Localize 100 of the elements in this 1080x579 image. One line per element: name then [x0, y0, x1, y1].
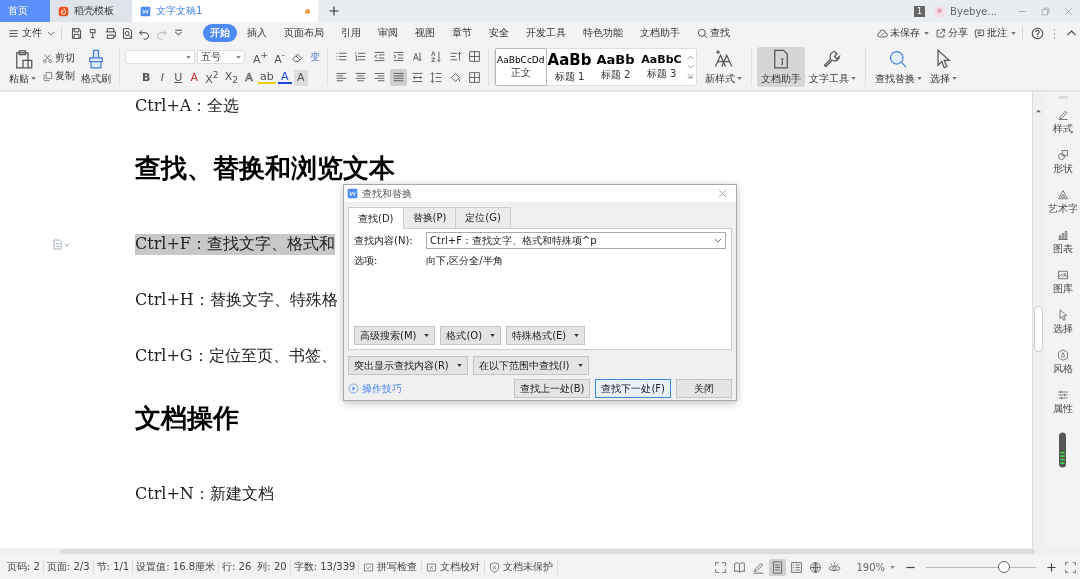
ribbon-tab[interactable]: 开发工具 — [519, 24, 573, 42]
style-preset[interactable]: AaBb 标题 2 — [592, 48, 639, 86]
bar-chart-icon — [1056, 229, 1069, 241]
dropdown-button[interactable]: 突出显示查找内容(R) — [348, 356, 468, 375]
status-button[interactable]: 文档未保护 — [485, 560, 559, 574]
sidebar-button[interactable]: 风格 — [1052, 349, 1073, 389]
dropdown-button[interactable]: 在以下范围中查找(I) — [472, 356, 589, 375]
new-tab-icon[interactable] — [328, 5, 340, 17]
comment-icon — [974, 27, 985, 39]
dialog-button[interactable]: 关闭 — [676, 379, 732, 398]
dialog-tab[interactable]: 替换(P) — [402, 207, 457, 228]
dialog-tab[interactable]: 定位(G) — [455, 207, 511, 228]
sidebar-button[interactable]: 属性 — [1052, 389, 1073, 429]
document-icon — [140, 5, 151, 17]
align-justify-icon[interactable] — [390, 69, 408, 86]
toolbar-action[interactable]: 未保存 — [877, 26, 929, 40]
sidebar-button[interactable]: 形状 — [1052, 149, 1073, 189]
ribbon-tool-button[interactable]: 文字工具 — [804, 47, 860, 87]
ribbon-tab[interactable]: 特色功能 — [576, 24, 630, 42]
sidebar-button[interactable]: 样式 — [1052, 109, 1073, 149]
cut-button[interactable]: 剪切 — [42, 51, 75, 65]
sidebar-button[interactable]: 艺术字 — [1047, 189, 1078, 229]
caret-icon — [424, 334, 430, 337]
font-format-button[interactable]: X$_{2}$ — [222, 69, 241, 86]
copy-icon — [42, 70, 53, 82]
user-name[interactable]: Byebye... — [950, 5, 997, 17]
ribbon-tool-button[interactable]: 查找替换 — [870, 47, 926, 87]
ribbon-tab[interactable]: 章节 — [445, 24, 479, 42]
ribbon-tool-button[interactable]: 文档助手 — [756, 47, 805, 87]
font-format-button[interactable]: A — [293, 69, 308, 86]
font-size-button[interactable]: A$^{+}$ — [251, 49, 271, 65]
font-format-button[interactable]: A — [187, 69, 202, 86]
ribbon-tab[interactable]: 安全 — [482, 24, 516, 42]
caret-icon — [574, 334, 580, 337]
search-button[interactable]: 查找 — [690, 24, 737, 42]
body-text: Ctrl+H：替换文字、特殊格 — [135, 289, 338, 311]
body-text: Ctrl+G：定位至页、书签、 — [135, 345, 337, 367]
meter-icon — [1059, 431, 1066, 469]
dropdown-button[interactable]: 特殊格式(E) — [506, 326, 586, 345]
font-size-button[interactable]: A$^{-}$ — [272, 49, 288, 65]
status-item: 节: 1/1 — [93, 560, 134, 574]
caret-icon — [490, 334, 496, 337]
ribbon-tab[interactable]: 视图 — [408, 24, 442, 42]
font-format-button[interactable]: B — [139, 69, 154, 86]
ribbon-tab[interactable]: 引用 — [334, 24, 368, 42]
dropdown-button[interactable]: 格式(O) — [440, 326, 502, 345]
sidebar-button[interactable]: 图库 — [1052, 269, 1073, 309]
caret-icon — [890, 565, 895, 569]
page-view-icon[interactable] — [769, 558, 787, 576]
ribbon-tab[interactable]: 文档助手 — [633, 24, 687, 42]
ribbon-tool-button[interactable]: 选择 — [925, 47, 961, 87]
scroll-thumb[interactable] — [1034, 306, 1043, 352]
file-menu[interactable]: 文件 — [8, 26, 55, 40]
status-item: 页面: 2/3 — [43, 560, 94, 574]
format-painter-button[interactable]: 格式刷 — [78, 48, 114, 86]
style-preset[interactable]: AaBbCcDd 正文 — [495, 48, 547, 86]
search-icon — [888, 48, 908, 69]
body-text: Ctrl+F：查找文字、格式和 — [135, 233, 335, 255]
search-icon — [697, 27, 708, 39]
document-tab[interactable]: 文字文稿1 — [132, 0, 318, 22]
status-item: 页码: 2 — [4, 560, 44, 574]
dropdown-button[interactable]: 高级搜索(M) — [354, 326, 436, 345]
toolbar-action[interactable]: 分享 — [935, 26, 968, 40]
scroll-up-icon[interactable] — [1035, 108, 1042, 113]
body-text: Ctrl+N：新建文档 — [135, 483, 274, 505]
status-button[interactable]: 文档校对 — [422, 560, 486, 574]
phonetic-guide-button[interactable]: 变 — [308, 49, 323, 65]
paste-button[interactable]: 粘贴 — [6, 48, 39, 86]
scroll-thumb[interactable] — [60, 549, 1035, 554]
document-tab[interactable]: 稻壳模板 — [50, 0, 132, 22]
font-format-button[interactable]: X$^{2}$ — [203, 69, 221, 86]
font-format-button[interactable]: A — [277, 71, 292, 84]
style-preset[interactable]: AaBb 标题 1 — [546, 48, 593, 86]
sidebar-button[interactable]: 选择 — [1052, 309, 1073, 349]
ribbon-tab[interactable]: 页面布局 — [277, 24, 331, 42]
caret-icon — [577, 364, 583, 367]
font-format-button[interactable]: A — [242, 69, 257, 86]
status-button[interactable]: 拼写检查 — [359, 560, 423, 574]
font-format-button[interactable]: I — [155, 69, 170, 86]
ribbon-tab[interactable]: 审阅 — [371, 24, 405, 42]
font-size-field[interactable]: 五号 — [197, 50, 245, 64]
new-style-button[interactable]: 新样式 — [700, 47, 746, 87]
find-field[interactable]: Ctrl+F：查找文字、格式和特殊项^p — [426, 232, 726, 249]
dialog-button[interactable]: 查找下一处(F) — [595, 379, 671, 398]
copy-button[interactable]: 复制 — [42, 69, 75, 83]
slider-thumb[interactable] — [998, 560, 1011, 573]
caret-icon — [31, 77, 36, 80]
caret-icon — [186, 55, 191, 59]
dialog-button[interactable]: 查找上一处(B) — [513, 379, 591, 398]
font-format-button[interactable]: ab — [258, 71, 276, 84]
window-count[interactable]: 1 — [914, 5, 926, 17]
sidebar-button[interactable]: 图表 — [1052, 229, 1073, 269]
font-format-button[interactable]: U — [171, 69, 186, 86]
flame-icon — [58, 5, 69, 17]
toolbar-action[interactable]: 批注 — [974, 26, 1016, 40]
dialog-tab[interactable]: 查找(D) — [348, 207, 404, 229]
font-name-field[interactable] — [125, 50, 195, 64]
ribbon-tab[interactable]: 插入 — [240, 24, 274, 42]
style-preset[interactable]: AaBbC 标题 3 — [638, 48, 685, 86]
zoom-dropdown[interactable]: 190% — [856, 561, 895, 573]
